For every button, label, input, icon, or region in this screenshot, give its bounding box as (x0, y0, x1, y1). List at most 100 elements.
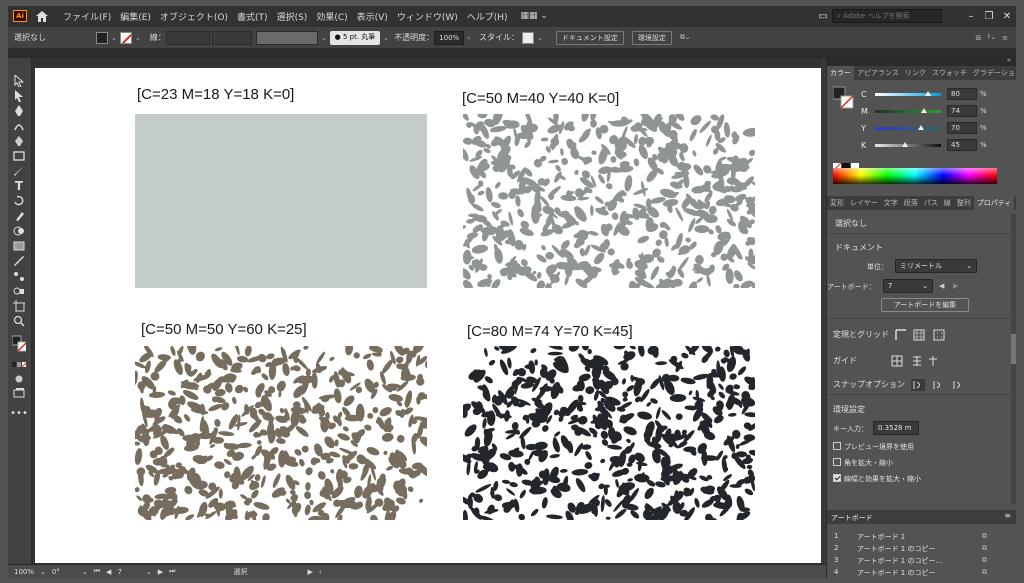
artboard-list-item[interactable]: 4 アートボード 1 のコピー ⧉ (827, 568, 1011, 578)
menu-effect[interactable]: 効果(C) (316, 10, 347, 23)
next-artboard-icon[interactable]: ▶ (158, 568, 163, 576)
guides-icons[interactable] (891, 352, 943, 371)
direct-selection-tool-icon[interactable] (12, 89, 26, 102)
tab-character[interactable]: 文字 (881, 198, 901, 208)
artboard-options-icon[interactable]: ⧉ (982, 556, 987, 565)
channel-slider[interactable] (875, 141, 941, 147)
edit-artboard-button[interactable]: アートボードを編集 (881, 298, 969, 312)
workspace-grid-icon[interactable]: ▦▦ ⌄ (521, 11, 548, 21)
tab-appearance[interactable]: アピアランス (854, 68, 902, 78)
artboard-list-item[interactable]: 1 アートボード 1 ⧉ (827, 532, 1011, 543)
rotation-value[interactable]: 0° (52, 568, 60, 576)
eyedropper-tool-icon[interactable] (12, 254, 26, 267)
checkbox-scale-strokes[interactable]: 線幅と効果を拡大・縮小 (833, 474, 921, 484)
type-tool-icon[interactable]: T (12, 179, 26, 193)
swatch-tile-brown-texture[interactable] (135, 346, 427, 520)
opacity-field[interactable]: 100% (434, 30, 465, 45)
panel-toggle-icon[interactable]: ⊞ (975, 34, 981, 42)
chevron-down-icon[interactable]: ⌄ (40, 568, 46, 576)
style-swatch[interactable] (522, 31, 534, 44)
chevron-down-icon[interactable]: ⌄ (321, 34, 327, 42)
fill-swatch[interactable] (96, 31, 108, 44)
tab-properties[interactable]: プロパティ (973, 196, 1015, 210)
checkbox-preview-bounds[interactable]: プレビュー境界を使用 (833, 442, 914, 452)
menu-icon[interactable]: ≡ (1002, 34, 1008, 42)
slider-thumb[interactable] (924, 90, 931, 96)
menu-type[interactable]: 書式(T) (237, 10, 268, 23)
checkbox[interactable] (833, 442, 841, 450)
tab-stroke[interactable]: 線 (941, 198, 954, 208)
checkbox-scale-corners[interactable]: 角を拡大・縮小 (833, 458, 893, 468)
key-increment-field[interactable]: 0.3528 m (873, 421, 919, 435)
fill-stroke-icon[interactable] (12, 335, 26, 352)
tab-color[interactable]: カラー (827, 66, 854, 80)
restore-icon[interactable]: ❐ (980, 11, 998, 22)
chevron-down-icon[interactable]: ⌄ (111, 34, 117, 42)
color-spectrum[interactable] (833, 168, 997, 184)
arrange-icon[interactable]: ⧉⌄ (680, 33, 691, 42)
zoom-level[interactable]: 100% (14, 568, 34, 576)
channel-value[interactable]: 70 (947, 122, 977, 134)
artboard-list-item[interactable]: 2 アートボード 1 のコピー ⧉ (827, 544, 1011, 555)
screen-mode-icon[interactable] (12, 386, 26, 399)
prev-artboard-icon[interactable]: ◀ (106, 568, 111, 576)
stroke-swatch[interactable] (119, 31, 132, 44)
snap-icons[interactable] (911, 376, 969, 395)
draw-mode-icon[interactable] (12, 372, 26, 385)
brush-dropdown[interactable]: ● 5 pt. 丸筆 (329, 30, 381, 45)
chevron-down-icon[interactable]: ⌄ (82, 568, 88, 576)
swatch-tile-light-gray[interactable] (135, 114, 427, 288)
panel-menu-icon[interactable]: ≡ (1004, 511, 1011, 520)
chevron-down-icon[interactable]: ⌄ (537, 34, 543, 42)
zoom-tool-icon[interactable] (12, 314, 26, 327)
menu-help[interactable]: ヘルプ(H) (467, 10, 508, 23)
pen-tool-icon[interactable] (12, 104, 26, 117)
ruler-grid-icons[interactable] (895, 326, 947, 345)
more-tools-icon[interactable]: ••• (10, 407, 28, 420)
artboard-canvas[interactable]: [C=23 M=18 Y=18 K=0] [C=50 M=40 Y=40 K=0… (35, 68, 821, 563)
tab-layers[interactable]: レイヤー (847, 198, 881, 208)
channel-value[interactable]: 74 (947, 105, 977, 117)
variable-width-dropdown[interactable] (211, 30, 252, 45)
tab-transform[interactable]: 変形 (827, 198, 847, 208)
symbol-sprayer-tool-icon[interactable] (12, 284, 26, 297)
stroke-weight-field[interactable] (165, 30, 210, 45)
eraser-tool-icon[interactable] (12, 209, 26, 222)
last-artboard-icon[interactable]: ⏭ (169, 567, 175, 576)
prev-artboard-icon[interactable]: ◀ (939, 282, 944, 290)
slider-thumb[interactable] (918, 124, 925, 130)
tab-swatches[interactable]: スウォッチ (929, 68, 970, 78)
channel-value[interactable]: 80 (947, 88, 977, 100)
tab-gradient[interactable]: グラデーション (970, 68, 1016, 78)
checkbox-checked[interactable] (833, 474, 841, 482)
menu-edit[interactable]: 編集(E) (120, 10, 151, 23)
paintbrush-tool-icon[interactable] (12, 164, 26, 177)
artboard-options-icon[interactable]: ⧉ (982, 544, 987, 553)
swatch-tile-gray-texture[interactable] (463, 114, 755, 288)
home-icon[interactable] (35, 9, 49, 23)
curvature-tool-icon[interactable] (12, 119, 26, 132)
next-artboard-icon[interactable]: ▶ (953, 282, 958, 290)
chevron-down-icon[interactable]: ⌄ (135, 34, 141, 42)
tab-links[interactable]: リンク (902, 68, 929, 78)
shape-builder-tool-icon[interactable] (12, 224, 26, 237)
chevron-down-icon[interactable]: ⌄ (383, 34, 389, 42)
document-setup-button[interactable]: ドキュメント設定 (555, 30, 624, 45)
first-artboard-icon[interactable]: ⏮ (94, 567, 100, 576)
artboard-options-icon[interactable]: ⧉ (982, 532, 987, 541)
artboard-select[interactable]: 7 ⌄ (883, 279, 933, 293)
collapse-icon[interactable]: « (1007, 56, 1011, 64)
rectangle-tool-icon[interactable] (12, 149, 26, 162)
help-search-input[interactable]: ⌕ Adobe ヘルプを検索 (832, 9, 942, 23)
panel-scrollbar[interactable] (1011, 214, 1016, 504)
chevron-down-icon[interactable]: ⌄ (146, 568, 152, 576)
channel-value[interactable]: 45 (947, 139, 977, 151)
menu-select[interactable]: 選択(S) (277, 10, 308, 23)
tab-path[interactable]: パス (921, 198, 941, 208)
artboard-options-icon[interactable]: ⧉ (982, 568, 987, 577)
arrange-docs-icon[interactable]: ▭ (814, 11, 832, 22)
menu-object[interactable]: オブジェクト(O) (160, 10, 228, 23)
slider-thumb[interactable] (901, 141, 908, 147)
channel-slider[interactable] (875, 90, 941, 96)
gradient-tool-icon[interactable] (12, 239, 26, 252)
